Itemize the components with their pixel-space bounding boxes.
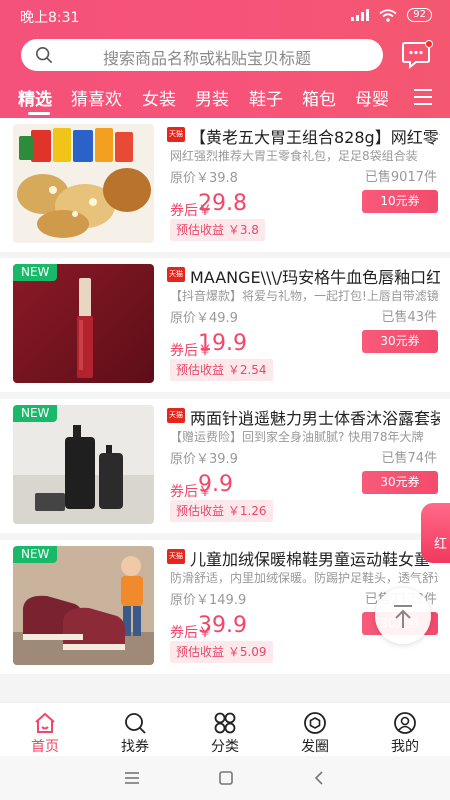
notification-dot bbox=[425, 40, 433, 48]
system-nav-bar bbox=[0, 756, 450, 800]
battery-icon: 92 bbox=[407, 8, 432, 22]
coupon-button[interactable]: 30元券 bbox=[362, 471, 438, 494]
nav-label: 首页 bbox=[31, 739, 59, 755]
nav-label: 分类 bbox=[211, 739, 239, 755]
search-input[interactable]: 搜索商品名称或粘贴宝贝标题 bbox=[103, 45, 311, 69]
tab-men[interactable]: 男装 bbox=[195, 85, 229, 110]
status-bar: 晚上8:31 92 bbox=[0, 0, 450, 32]
original-price: 原价￥49.9 bbox=[170, 311, 238, 326]
product-desc: 防滑舒适，内里加绒保暖。防踢护足鞋头，透气舒适 bbox=[170, 571, 438, 585]
nav-moments[interactable]: 发圈 bbox=[280, 703, 350, 757]
product-title: MAANGE\\\/玛安格牛血色唇釉口红 bbox=[190, 268, 440, 287]
nav-categories[interactable]: 分类 bbox=[190, 703, 260, 757]
coupon-button[interactable]: 30元券 bbox=[362, 330, 438, 353]
product-image bbox=[13, 124, 154, 243]
product-title: 儿童加绒保暖棉鞋男童运动鞋女童 bbox=[190, 550, 431, 569]
product-image: NEW bbox=[13, 264, 154, 383]
nav-profile[interactable]: 我的 bbox=[370, 703, 440, 757]
nav-home[interactable]: 首页 bbox=[10, 703, 80, 757]
coupon-price: 9.9 bbox=[198, 472, 233, 497]
product-title: 【黄老五大胃王组合828g】网红零食 bbox=[190, 128, 440, 147]
tab-guess-like[interactable]: 猜喜欢 bbox=[71, 85, 122, 110]
tab-featured[interactable]: 精选 bbox=[18, 85, 52, 110]
category-tabs: 精选 猜喜欢 女装 男装 鞋子 箱包 母婴 bbox=[0, 82, 450, 115]
new-badge: NEW bbox=[13, 405, 58, 422]
product-desc: 【赠运费险】回到家全身油腻腻? 快用78年大牌 bbox=[170, 430, 424, 444]
active-tab-indicator bbox=[28, 112, 50, 115]
original-price: 原价￥39.9 bbox=[170, 452, 238, 467]
product-desc: 网红强烈推荐大胃王零食礼包，足足8袋组合装 bbox=[170, 149, 418, 163]
product-card[interactable]: 天猫 【黄老五大胃王组合828g】网红零食 网红强烈推荐大胃王零食礼包，足足8袋… bbox=[0, 118, 450, 252]
estimated-earnings: 预估收益 ￥3.8 bbox=[170, 219, 265, 241]
estimated-earnings: 预估收益 ￥2.54 bbox=[170, 359, 273, 381]
product-image: NEW bbox=[13, 546, 154, 665]
menu-icon[interactable] bbox=[413, 88, 433, 106]
bottom-nav: 首页 找券 分类 发圈 我的 bbox=[0, 702, 450, 756]
new-badge: NEW bbox=[13, 264, 58, 281]
estimated-earnings: 预估收益 ￥1.26 bbox=[170, 500, 273, 522]
tab-shoes[interactable]: 鞋子 bbox=[249, 85, 283, 110]
original-price: 原价￥39.8 bbox=[170, 171, 238, 186]
sold-count: 已售43件 bbox=[381, 310, 437, 325]
search-icon bbox=[125, 713, 146, 734]
tab-bags[interactable]: 箱包 bbox=[302, 85, 336, 110]
menu-icon[interactable] bbox=[124, 771, 140, 785]
estimated-earnings: 预估收益 ￥5.09 bbox=[170, 641, 273, 663]
app-header: 晚上8:31 92 搜索商品名称或粘贴宝贝标题 精选 猜喜欢 女装 男装 鞋子 … bbox=[0, 0, 450, 118]
tab-baby[interactable]: 母婴 bbox=[355, 85, 389, 110]
new-badge: NEW bbox=[13, 546, 58, 563]
tmall-badge: 天猫 bbox=[167, 549, 185, 564]
wifi-icon bbox=[379, 8, 397, 22]
nav-coupons[interactable]: 找券 bbox=[100, 703, 170, 757]
status-time: 晚上8:31 bbox=[20, 10, 80, 26]
original-price: 原价￥149.9 bbox=[170, 593, 247, 608]
user-icon bbox=[394, 712, 416, 734]
coupon-price: 39.9 bbox=[198, 613, 247, 638]
sold-count: 已售9017件 bbox=[364, 170, 437, 185]
red-packet-float-tab[interactable]: 红 bbox=[421, 503, 450, 563]
coupon-price: 29.8 bbox=[198, 191, 247, 216]
coupon-price: 19.9 bbox=[198, 331, 247, 356]
home-icon bbox=[35, 712, 55, 733]
back-icon[interactable] bbox=[312, 770, 326, 786]
signal-icon bbox=[351, 9, 370, 21]
product-image: NEW bbox=[13, 405, 154, 524]
search-icon bbox=[35, 46, 53, 64]
nav-label: 找券 bbox=[121, 739, 149, 755]
float-tab-label: 红 bbox=[434, 537, 448, 552]
product-desc: 【抖音爆款】将爱与礼物，一起打包!上唇自带滤镜 bbox=[170, 289, 438, 303]
arrow-up-icon bbox=[394, 605, 412, 628]
tmall-badge: 天猫 bbox=[167, 127, 185, 142]
coupon-button[interactable]: 10元券 bbox=[362, 190, 438, 213]
nav-label: 发圈 bbox=[301, 739, 329, 755]
sold-count: 已售74件 bbox=[381, 451, 437, 466]
search-bar[interactable]: 搜索商品名称或粘贴宝贝标题 bbox=[21, 39, 383, 71]
product-card[interactable]: NEW 天猫 MAANGE\\\/玛安格牛血色唇釉口红 【抖音爆款】将爱与礼物，… bbox=[0, 258, 450, 392]
product-card[interactable]: NEW 天猫 两面针逍遥魅力男士体香沐浴露套装 【赠运费险】回到家全身油腻腻? … bbox=[0, 399, 450, 533]
home-button-icon[interactable] bbox=[218, 770, 234, 786]
tab-women[interactable]: 女装 bbox=[142, 85, 176, 110]
category-icon bbox=[214, 712, 236, 734]
tmall-badge: 天猫 bbox=[167, 408, 185, 423]
nav-label: 我的 bbox=[391, 739, 419, 755]
aperture-icon bbox=[304, 712, 326, 734]
status-icons: 92 bbox=[351, 8, 432, 22]
product-title: 两面针逍遥魅力男士体香沐浴露套装 bbox=[190, 409, 440, 428]
back-to-top-button[interactable] bbox=[375, 588, 431, 644]
tmall-badge: 天猫 bbox=[167, 267, 185, 282]
